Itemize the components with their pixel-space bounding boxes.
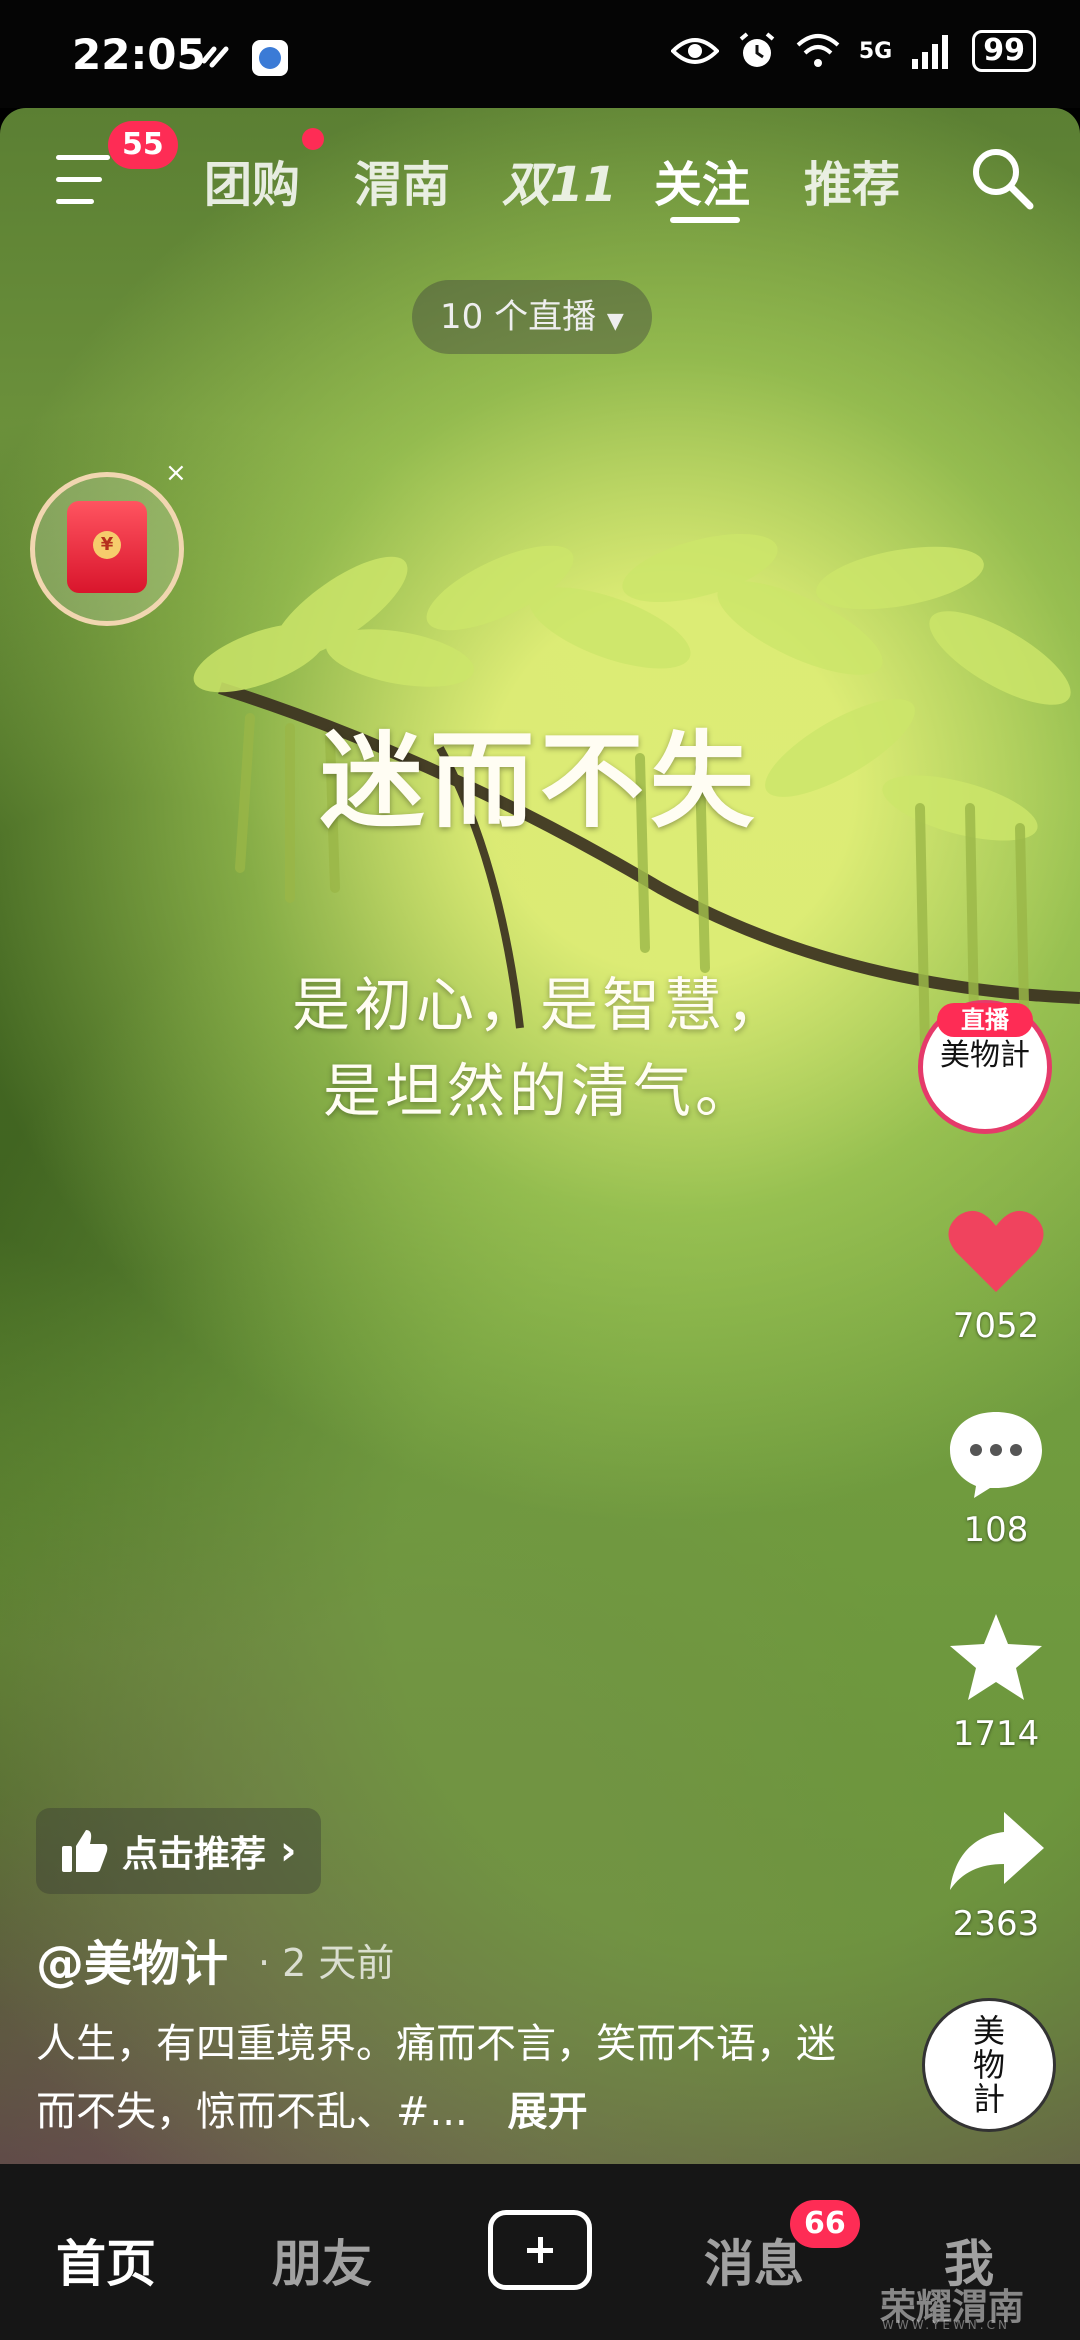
close-icon[interactable]: × xyxy=(165,458,187,488)
comment-count: 108 xyxy=(963,1510,1029,1550)
live-count-label: 10 个直播 xyxy=(440,297,597,337)
avatar-logo-text: 美物計 xyxy=(940,1038,1030,1073)
tab-local-city[interactable]: 渭南 xyxy=(354,145,450,215)
watermark-url: WWW.YEWN.CN xyxy=(882,2318,1010,2332)
app-notification-icon xyxy=(252,40,288,76)
share-action[interactable]: 2363 xyxy=(936,1808,1056,1944)
status-right-icons: 5G 99 xyxy=(670,30,1036,72)
video-caption-line-1: 是初心，是智慧， xyxy=(291,971,788,1039)
like-count: 7052 xyxy=(952,1306,1040,1346)
nav-friends[interactable]: 朋友 xyxy=(272,2224,372,2296)
music-disc-text: 美物計 xyxy=(972,2012,1005,2118)
recommend-chip[interactable]: 点击推荐 › xyxy=(36,1808,321,1894)
description-text: 人生，有四重境界。痛而不言，笑而不语，迷而不失，惊而不乱、#... xyxy=(36,2021,836,2135)
recommend-label: 点击推荐 xyxy=(122,1834,267,1875)
tab-double-11[interactable]: 双11 xyxy=(502,145,617,215)
video-title-text: 迷而不失 xyxy=(319,719,760,842)
menu-button[interactable] xyxy=(56,155,116,209)
create-post-button[interactable] xyxy=(488,2210,592,2290)
top-nav: 55 团购 渭南 双11 关注 推荐 xyxy=(0,115,1080,235)
battery-indicator: 99 xyxy=(972,30,1036,72)
author-name[interactable]: @美物计 xyxy=(36,1924,228,1994)
nav-messages[interactable]: 消息 xyxy=(704,2224,804,2296)
post-description: 人生，有四重境界。痛而不言，笑而不语，迷而不失，惊而不乱、#... 展开 xyxy=(36,2010,856,2146)
expand-link[interactable]: 展开 xyxy=(508,2089,588,2135)
active-tab-indicator xyxy=(670,217,740,223)
red-packet-widget[interactable]: ¥ xyxy=(30,472,184,626)
eye-icon xyxy=(670,38,719,64)
alarm-icon xyxy=(739,32,775,67)
chevron-right-icon: › xyxy=(280,1828,297,1874)
star-icon xyxy=(950,1614,1042,1700)
tab-recommend[interactable]: 推荐 xyxy=(804,145,900,215)
wifi-icon xyxy=(796,34,840,67)
tab-notification-dot xyxy=(302,128,324,150)
messages-badge: 66 xyxy=(790,2200,860,2248)
comment-icon xyxy=(950,1412,1042,1498)
menu-badge: 55 xyxy=(108,121,178,169)
comment-action[interactable]: 108 xyxy=(936,1408,1056,1550)
heart-icon xyxy=(948,1210,1044,1292)
chevron-double-icon xyxy=(201,46,229,68)
music-disc[interactable]: 美物計 xyxy=(922,1998,1056,2132)
favorite-action[interactable]: 1714 xyxy=(936,1610,1056,1754)
network-type: 5G xyxy=(858,38,893,64)
thumbs-up-icon xyxy=(62,1830,108,1872)
author-avatar-live[interactable]: 直播 美物計 xyxy=(918,1000,1052,1134)
post-time: · 2 天前 xyxy=(258,1941,395,1985)
tab-following[interactable]: 关注 xyxy=(654,145,750,215)
search-icon[interactable] xyxy=(966,142,1036,212)
live-tag: 直播 xyxy=(937,1003,1033,1037)
nav-home[interactable]: 首页 xyxy=(56,2224,156,2296)
status-left-icons xyxy=(200,38,290,78)
coin-icon: ¥ xyxy=(93,531,121,559)
tab-group-buy[interactable]: 团购 xyxy=(204,145,300,215)
live-count-dropdown[interactable]: 10 个直播 ▼ xyxy=(412,280,652,354)
share-count: 2363 xyxy=(952,1904,1040,1944)
caret-down-icon: ▼ xyxy=(606,309,624,334)
like-action[interactable]: 7052 xyxy=(936,1206,1056,1346)
share-arrow-icon xyxy=(950,1812,1044,1890)
signal-icon xyxy=(912,35,949,69)
status-bar: 22:05 5G 99 xyxy=(0,0,1080,108)
clock: 22:05 xyxy=(72,30,206,79)
favorite-count: 1714 xyxy=(952,1714,1040,1754)
